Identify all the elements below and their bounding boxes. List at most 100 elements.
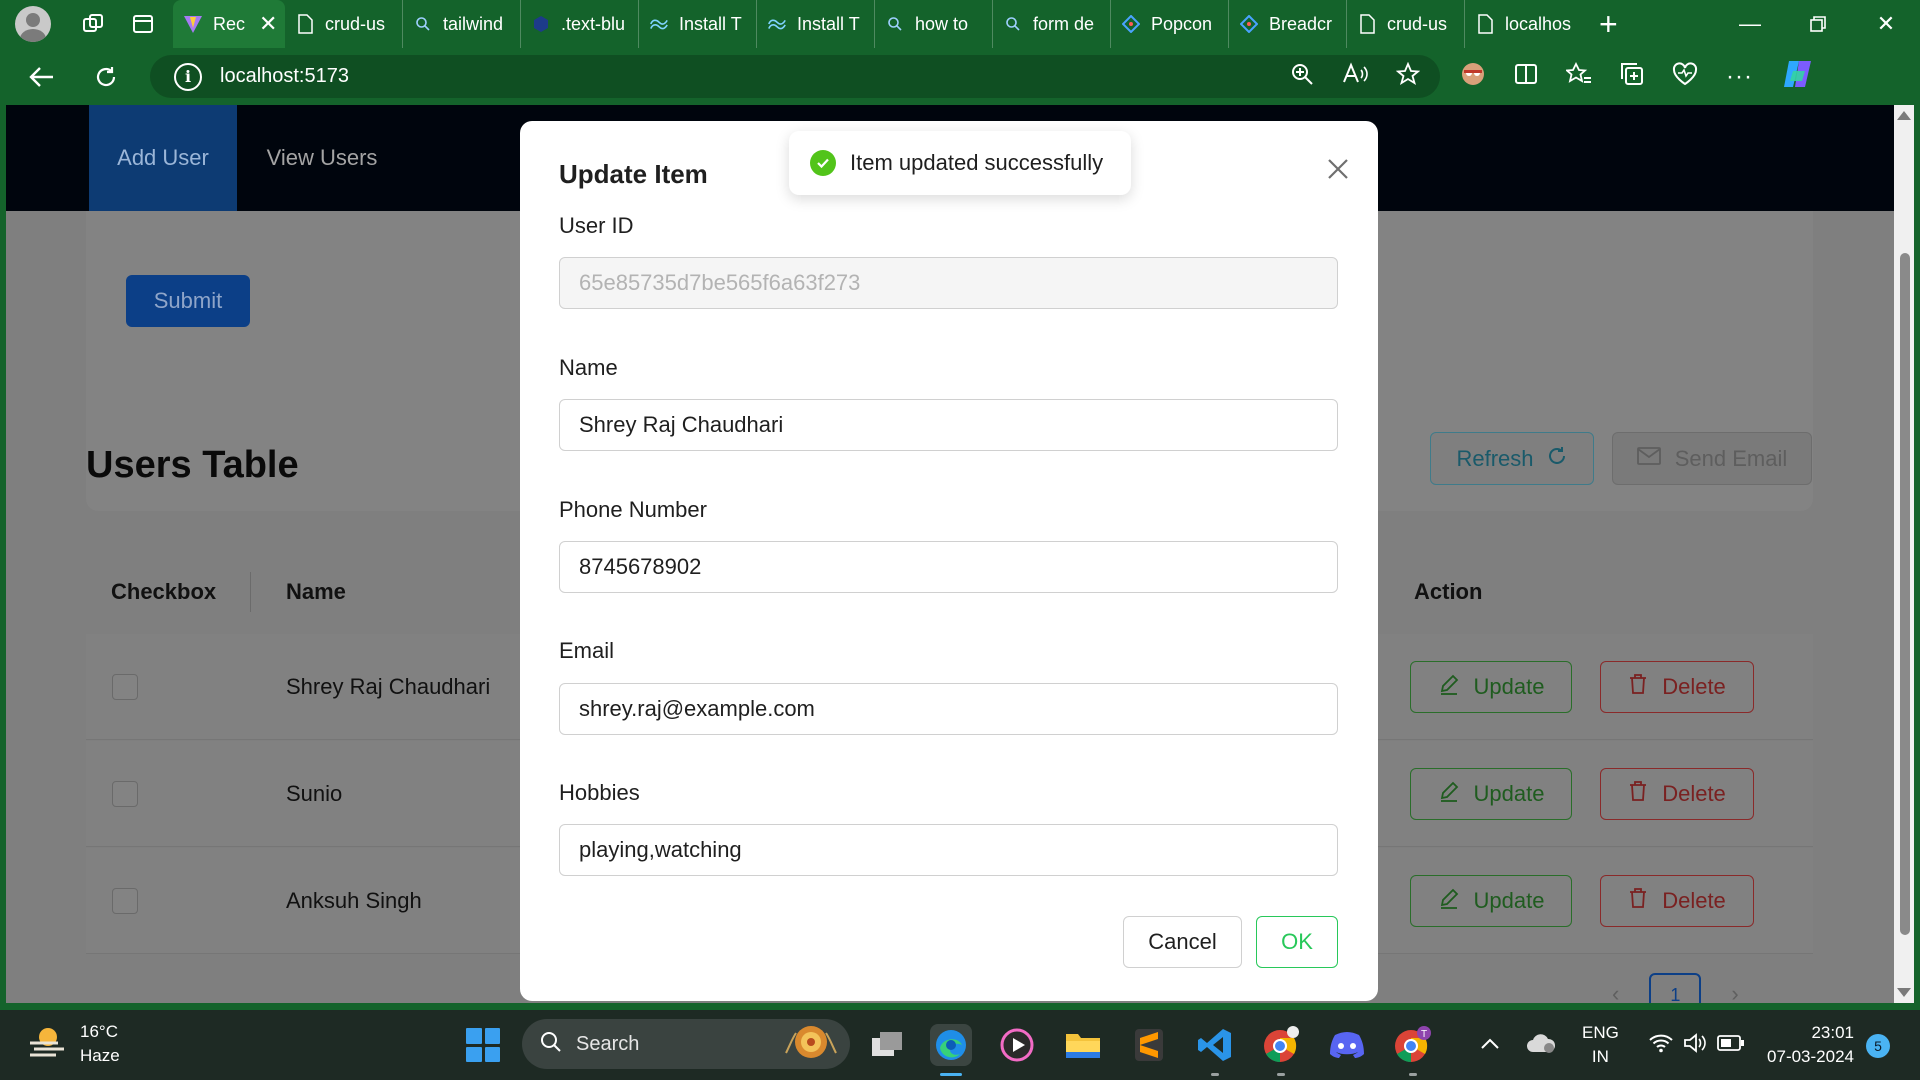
close-icon[interactable]: ✕ bbox=[259, 11, 277, 37]
favorites-icon[interactable] bbox=[1564, 61, 1592, 91]
close-icon[interactable] bbox=[1318, 149, 1358, 189]
back-icon[interactable] bbox=[20, 55, 64, 99]
tab[interactable]: crud-us bbox=[1347, 0, 1465, 48]
scroll-up-icon[interactable] bbox=[1897, 111, 1911, 120]
notification-badge[interactable]: 5 bbox=[1866, 1034, 1890, 1058]
submit-button[interactable]: Submit bbox=[126, 275, 250, 327]
read-aloud-icon[interactable] bbox=[1342, 62, 1368, 91]
ok-button[interactable]: OK bbox=[1256, 916, 1338, 968]
update-button[interactable]: Update bbox=[1410, 768, 1572, 820]
file-explorer-icon[interactable] bbox=[1062, 1024, 1104, 1066]
split-screen-icon[interactable] bbox=[1514, 62, 1538, 91]
tab-title: Breadcr bbox=[1269, 13, 1333, 34]
send-email-button[interactable]: Send Email bbox=[1612, 432, 1812, 485]
trash-icon bbox=[1628, 887, 1648, 915]
tab-actions-icon[interactable] bbox=[123, 4, 163, 44]
nav-add-user[interactable]: Add User bbox=[89, 105, 237, 211]
vscode-icon[interactable] bbox=[1194, 1024, 1236, 1076]
tab[interactable]: Install T bbox=[757, 0, 875, 48]
site-info-icon[interactable]: i bbox=[174, 62, 202, 91]
email-field[interactable] bbox=[559, 683, 1338, 735]
window-border bbox=[1914, 105, 1920, 1003]
update-button[interactable]: Update bbox=[1410, 661, 1572, 713]
wifi-icon[interactable] bbox=[1649, 1033, 1673, 1058]
volume-icon[interactable] bbox=[1683, 1032, 1707, 1058]
page-scrollbar[interactable] bbox=[1894, 105, 1914, 1003]
phone-label: Phone Number bbox=[559, 497, 707, 522]
extension-icon[interactable] bbox=[1460, 61, 1486, 92]
modal-title: Update Item bbox=[559, 159, 708, 189]
tab[interactable]: .text-blu bbox=[521, 0, 639, 48]
email-label: Email bbox=[559, 638, 615, 663]
taskbar-search[interactable]: Search bbox=[522, 1019, 850, 1069]
page-icon bbox=[295, 14, 315, 34]
refresh-button[interactable]: Refresh bbox=[1430, 432, 1594, 485]
tab[interactable]: Popcon bbox=[1111, 0, 1229, 48]
media-player-icon[interactable] bbox=[996, 1024, 1038, 1066]
chrome-icon[interactable] bbox=[1260, 1024, 1302, 1076]
tab[interactable]: how to bbox=[875, 0, 993, 48]
tab-title: how to bbox=[915, 13, 969, 34]
row-checkbox[interactable] bbox=[112, 888, 138, 914]
send-email-label: Send Email bbox=[1674, 445, 1788, 471]
chevron-up-icon[interactable] bbox=[1480, 1036, 1500, 1055]
column-divider bbox=[250, 572, 251, 612]
restore-icon[interactable] bbox=[1784, 0, 1852, 48]
tab[interactable]: localhos bbox=[1465, 0, 1583, 48]
task-view-icon[interactable] bbox=[866, 1024, 908, 1066]
name-field[interactable] bbox=[559, 399, 1338, 451]
edit-icon bbox=[1438, 887, 1460, 915]
page-number[interactable]: 1 bbox=[1649, 973, 1702, 1003]
tab[interactable]: Install T bbox=[639, 0, 757, 48]
edge-browser-icon[interactable] bbox=[930, 1024, 972, 1076]
delete-label: Delete bbox=[1662, 888, 1726, 913]
row-checkbox[interactable] bbox=[112, 674, 138, 700]
update-label: Update bbox=[1473, 888, 1545, 913]
success-toast: Item updated successfully bbox=[789, 131, 1131, 195]
new-tab-icon[interactable]: + bbox=[1599, 8, 1618, 40]
tab[interactable]: crud-us bbox=[285, 0, 403, 48]
hobbies-field[interactable] bbox=[559, 824, 1338, 876]
delete-button[interactable]: Delete bbox=[1600, 661, 1754, 713]
chrome-profile-icon[interactable]: T bbox=[1392, 1024, 1434, 1076]
browser-essentials-icon[interactable] bbox=[1672, 62, 1698, 91]
weather-widget[interactable]: 16°C Haze bbox=[28, 1020, 120, 1068]
collections-icon[interactable] bbox=[1620, 62, 1644, 91]
row-checkbox[interactable] bbox=[112, 781, 138, 807]
update-button[interactable]: Update bbox=[1410, 875, 1572, 927]
sublime-text-icon[interactable] bbox=[1128, 1024, 1170, 1066]
next-page-icon[interactable]: › bbox=[1731, 981, 1738, 1003]
language-indicator[interactable]: ENG IN bbox=[1582, 1021, 1619, 1069]
scroll-thumb[interactable] bbox=[1900, 253, 1910, 935]
scroll-down-icon[interactable] bbox=[1897, 988, 1911, 997]
nav-view-users[interactable]: View Users bbox=[242, 105, 402, 211]
delete-button[interactable]: Delete bbox=[1600, 875, 1754, 927]
copilot-icon[interactable] bbox=[1781, 59, 1815, 94]
delete-button[interactable]: Delete bbox=[1600, 768, 1754, 820]
discord-icon[interactable] bbox=[1326, 1024, 1368, 1066]
tab-title: Install T bbox=[797, 13, 860, 34]
onedrive-cloud-icon[interactable] bbox=[1526, 1032, 1556, 1059]
phone-field[interactable] bbox=[559, 541, 1338, 593]
close-window-icon[interactable]: ✕ bbox=[1852, 0, 1920, 48]
tab[interactable]: form de bbox=[993, 0, 1111, 48]
tab[interactable]: tailwind bbox=[403, 0, 521, 48]
profile-avatar[interactable] bbox=[15, 6, 51, 42]
minimize-icon[interactable]: — bbox=[1716, 0, 1784, 48]
prev-page-icon[interactable]: ‹ bbox=[1612, 981, 1619, 1003]
zoom-icon[interactable] bbox=[1290, 62, 1314, 91]
reload-icon[interactable] bbox=[84, 55, 128, 99]
taskbar-clock[interactable]: 23:01 07-03-2024 bbox=[1760, 1021, 1854, 1069]
cancel-button[interactable]: Cancel bbox=[1123, 916, 1242, 968]
url-field[interactable]: i localhost:5173 bbox=[150, 55, 1440, 98]
workspaces-icon[interactable] bbox=[73, 4, 113, 44]
column-header-checkbox: Checkbox bbox=[111, 579, 217, 604]
url-text[interactable]: localhost:5173 bbox=[220, 65, 349, 88]
tab-active[interactable]: Rec ✕ bbox=[173, 0, 285, 48]
vite-icon bbox=[183, 14, 203, 34]
battery-icon[interactable] bbox=[1716, 1034, 1745, 1057]
tab[interactable]: Breadcr bbox=[1229, 0, 1347, 48]
windows-start-icon[interactable] bbox=[466, 1028, 500, 1062]
favorite-star-icon[interactable] bbox=[1395, 61, 1421, 91]
more-options-icon[interactable]: ··· bbox=[1726, 63, 1753, 91]
